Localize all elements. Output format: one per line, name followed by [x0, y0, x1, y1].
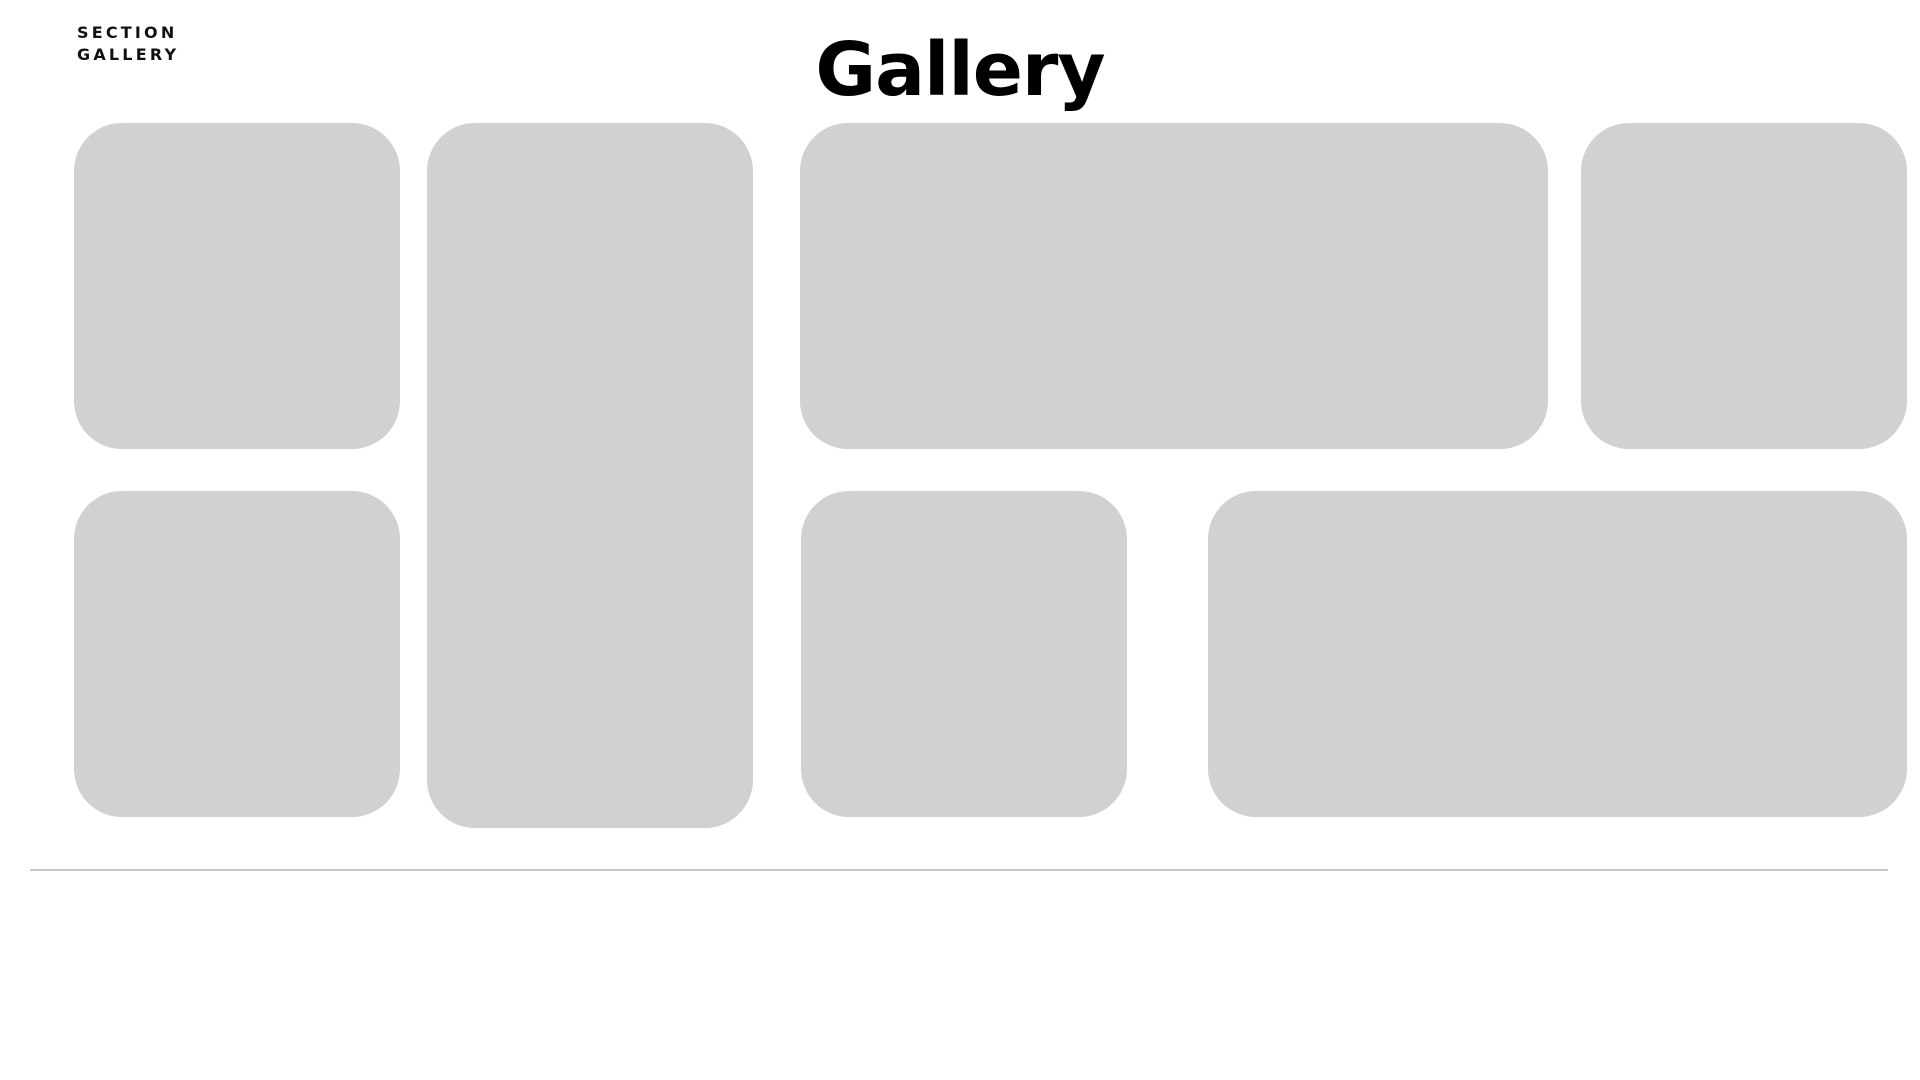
gallery-tile-7[interactable]	[1208, 491, 1907, 817]
gallery-page: SECTION GALLERY Gallery	[0, 0, 1920, 1080]
gallery-tile-5[interactable]	[74, 491, 400, 817]
gallery-tile-2[interactable]	[427, 123, 753, 828]
gallery-tile-1[interactable]	[74, 123, 400, 449]
page-title: Gallery	[815, 27, 1105, 113]
gallery-tile-4[interactable]	[1581, 123, 1907, 449]
gallery-tile-6[interactable]	[801, 491, 1127, 817]
gallery-tile-3[interactable]	[800, 123, 1548, 449]
section-divider	[30, 869, 1888, 871]
